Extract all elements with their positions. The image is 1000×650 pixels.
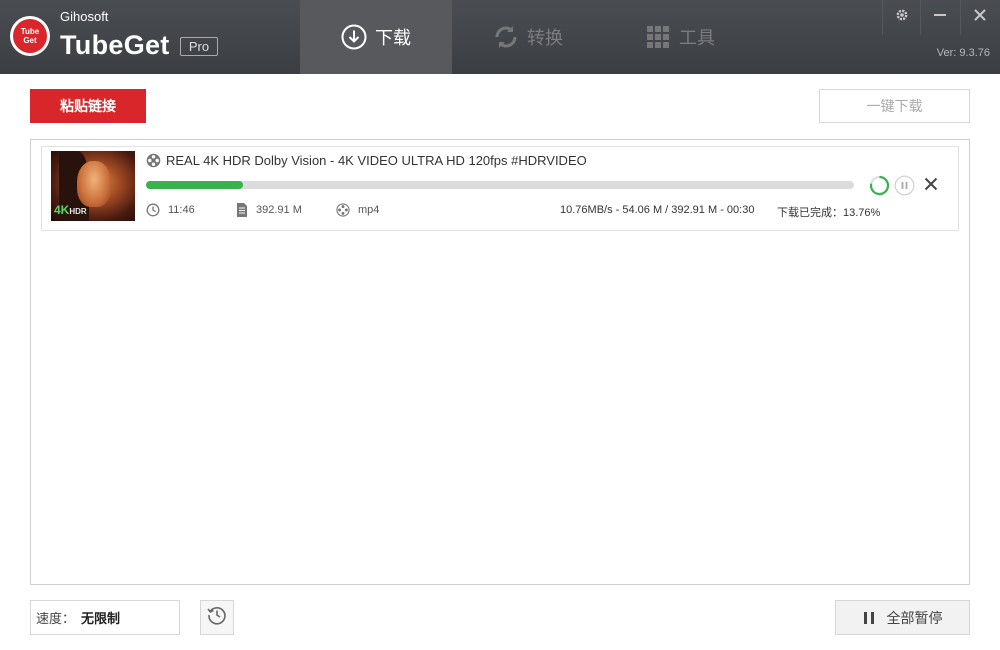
download-item[interactable]: 4KHDR REAL 4K HDR Dolby Vision - 4K VIDE…	[41, 146, 959, 231]
thumb-badge-hdr: HDR	[69, 207, 87, 216]
minimize-icon	[933, 8, 946, 26]
paste-link-button[interactable]: 粘贴链接	[30, 89, 146, 123]
file-icon	[236, 203, 248, 217]
video-thumbnail: 4KHDR	[51, 151, 135, 221]
close-window-button[interactable]	[960, 0, 998, 34]
brand-name: TubeGet	[60, 30, 170, 60]
size-meta: 392.91 M	[236, 203, 302, 217]
duration-meta: 11:46	[146, 203, 195, 217]
title-bar: Tube Get Gihosoft TubeGet Pro 下载 转换 工具 V…	[0, 0, 1000, 74]
logo-text-top: Tube	[20, 27, 40, 36]
edition-badge: Pro	[180, 37, 218, 56]
speed-limit-selector[interactable]: 速度： 无限制	[30, 600, 180, 635]
file-format: mp4	[358, 204, 380, 216]
logo-text-bottom: Get	[23, 36, 37, 45]
brand-company: Gihosoft	[60, 9, 109, 24]
pause-icon	[863, 611, 875, 625]
convert-cycle-icon	[493, 24, 519, 50]
format-meta: mp4	[336, 203, 379, 217]
one-click-download-button[interactable]: 一键下载	[819, 89, 970, 123]
download-progress-fill	[146, 181, 244, 189]
history-button[interactable]	[200, 600, 234, 635]
pause-all-button[interactable]: 全部暂停	[835, 600, 970, 635]
pause-download-button[interactable]	[894, 175, 915, 201]
settings-gear-icon	[895, 8, 909, 27]
version-label: Ver: 9.3.76	[936, 47, 990, 59]
thumbnail-4k-badge: 4KHDR	[54, 203, 87, 217]
grid-tools-icon	[645, 24, 671, 50]
film-reel-format-icon	[336, 203, 350, 217]
tab-tools[interactable]: 工具	[604, 0, 756, 74]
download-status: 下载已完成：13.76%	[777, 207, 881, 219]
settings-button[interactable]	[882, 0, 920, 34]
download-circle-icon	[341, 24, 367, 50]
video-title: REAL 4K HDR Dolby Vision - 4K VIDEO ULTR…	[166, 153, 587, 168]
file-size: 392.91 M	[256, 204, 302, 216]
download-list: 4KHDR REAL 4K HDR Dolby Vision - 4K VIDE…	[30, 139, 970, 585]
download-progress-bar	[146, 181, 854, 189]
download-speed-info: 10.76MB/s - 54.06 M / 392.91 M - 00:30	[560, 204, 755, 216]
speed-value: 无限制	[81, 611, 121, 626]
video-duration: 11:46	[168, 204, 195, 216]
thumb-badge-4k: 4K	[54, 203, 70, 217]
tab-convert-label: 转换	[527, 28, 563, 48]
speed-label: 速度：	[36, 611, 76, 626]
loading-spinner-icon	[869, 175, 890, 201]
close-icon	[973, 8, 986, 26]
pause-all-label: 全部暂停	[886, 609, 943, 626]
remove-download-icon[interactable]	[924, 177, 938, 196]
tab-convert[interactable]: 转换	[452, 0, 604, 74]
tab-tools-label: 工具	[679, 28, 715, 48]
app-logo: Tube Get	[10, 16, 50, 56]
film-reel-icon	[146, 153, 161, 173]
history-clock-icon	[206, 604, 228, 631]
clock-icon	[146, 203, 160, 217]
tab-download[interactable]: 下载	[300, 0, 452, 74]
minimize-button[interactable]	[920, 0, 958, 34]
tab-download-label: 下载	[375, 28, 411, 48]
